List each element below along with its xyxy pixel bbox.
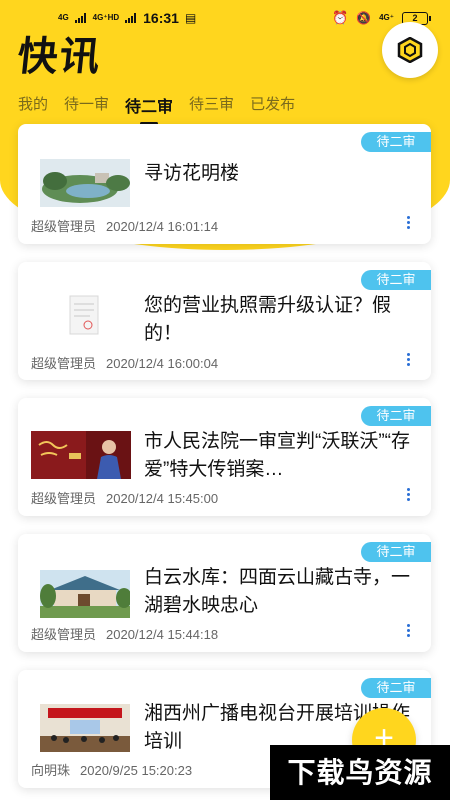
article-author: 超级管理员 [31, 219, 97, 234]
article-title: 市人民法院一审宣判“沃联沃”“存爱”特大传销案… [144, 431, 410, 480]
article-title: 您的营业执照需升级认证？假的！ [144, 295, 392, 344]
article-title: 白云水库：四面云山藏古寺，一湖碧水映忠心 [144, 567, 411, 616]
tab-published[interactable]: 已发布 [250, 93, 295, 123]
article-thumbnail [40, 704, 130, 752]
status-badge: 待二审 [361, 406, 431, 426]
mute-icon: 🔕 [356, 11, 372, 25]
article-meta: 超级管理员 2020/12/4 16:01:14 [31, 216, 218, 235]
article-date: 2020/12/4 15:45:00 [106, 491, 219, 506]
signal-icon [74, 13, 87, 23]
tab-bar: 我的 待一审 待二审 待三审 已发布 [18, 93, 295, 125]
article-card[interactable]: 待二审 白云水库：四面云山藏古寺，一湖碧水映忠心 超级管理员 2020/12/4 … [18, 534, 431, 652]
article-date: 2020/12/4 16:01:14 [106, 219, 219, 234]
network-label-2: 4G⁺HD [92, 13, 120, 22]
article-author: 超级管理员 [31, 491, 97, 506]
more-options-icon[interactable] [405, 624, 411, 637]
article-date: 2020/12/4 15:44:18 [106, 627, 219, 642]
article-meta: 向明珠 2020/9/25 15:20:23 [31, 760, 192, 779]
article-date: 2020/9/25 15:20:23 [80, 763, 193, 778]
status-badge: 待二审 [361, 542, 431, 562]
app-title: 快讯 [15, 34, 104, 80]
watermark: 下载鸟资源 [270, 745, 450, 800]
more-options-icon[interactable] [405, 488, 411, 501]
more-options-icon[interactable] [405, 353, 411, 366]
article-card[interactable]: 待二审 您的营业执照需升级认证？假的！ 超级管理员 2020/12/4 16:00… [18, 262, 431, 380]
article-author: 向明珠 [31, 763, 71, 778]
article-author: 超级管理员 [31, 627, 97, 642]
article-meta: 超级管理员 2020/12/4 15:45:00 [31, 488, 218, 507]
article-meta: 超级管理员 2020/12/4 15:44:18 [31, 624, 218, 643]
article-date: 2020/12/4 16:00:04 [106, 356, 219, 371]
article-thumbnail [31, 431, 131, 479]
status-time: 16:31 [143, 10, 179, 26]
article-thumbnail [40, 159, 130, 207]
signal-icon [125, 13, 137, 23]
notification-icon: ▤ [184, 11, 197, 25]
network-label-3: 4G⁺ [379, 13, 394, 22]
article-card[interactable]: 待二审 寻访花明楼 超级管理员 2020/12/4 16:01:14 [18, 124, 431, 244]
article-card[interactable]: 待二审 市人民法院一审宣判“沃联沃”“存爱”特大传销案… 超级管理员 2020/1… [18, 398, 431, 516]
tab-mine[interactable]: 我的 [18, 93, 48, 123]
alarm-icon: ⏰ [331, 10, 349, 25]
settings-button[interactable] [382, 22, 438, 78]
article-author: 超级管理员 [31, 356, 97, 371]
status-badge: 待二审 [361, 678, 431, 698]
article-meta: 超级管理员 2020/12/4 16:00:04 [31, 353, 218, 372]
status-badge: 待二审 [361, 132, 431, 152]
article-thumbnail [40, 570, 130, 618]
status-badge: 待二审 [361, 270, 431, 290]
network-label-1: 4G [58, 13, 69, 22]
tab-second-review[interactable]: 待二审 [125, 93, 173, 125]
hexagon-icon [397, 37, 423, 63]
tab-first-review[interactable]: 待一审 [64, 93, 109, 123]
tab-third-review[interactable]: 待三审 [189, 93, 234, 123]
article-title: 寻访花明楼 [144, 163, 240, 184]
more-options-icon[interactable] [405, 216, 411, 229]
article-thumbnail [40, 292, 130, 340]
